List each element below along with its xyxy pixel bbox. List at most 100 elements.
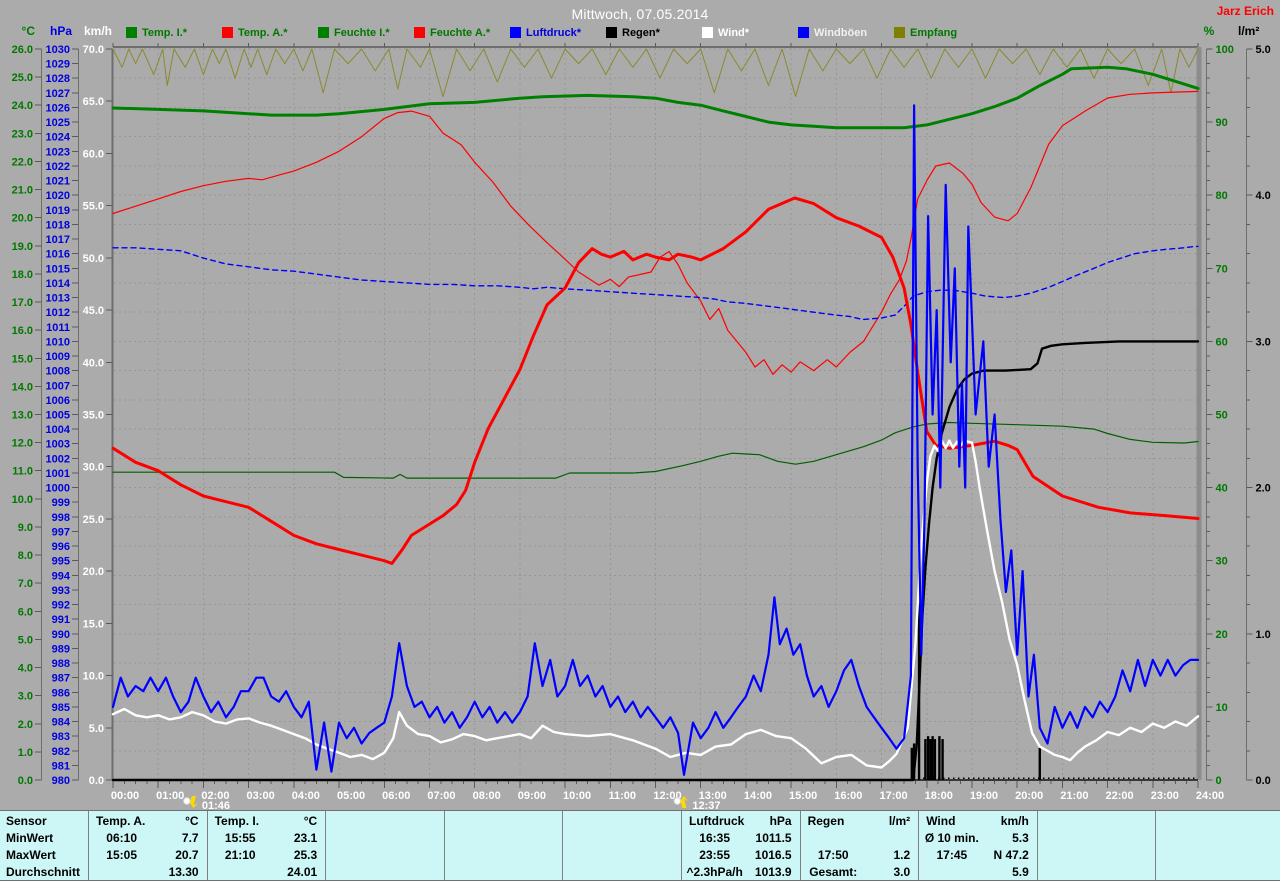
table-divider <box>1155 811 1156 880</box>
table-cell-value: N 47.2 <box>993 848 1029 862</box>
axis-label-rain: 3.0 <box>1256 336 1271 348</box>
axis-label-pressure: 1011 <box>46 322 70 334</box>
axis-label-pressure: 983 <box>52 731 70 743</box>
axis-label-wind: 35.0 <box>83 410 104 422</box>
table-row-label: Durchschnitt <box>6 865 81 879</box>
table-divider <box>88 811 89 880</box>
x-axis-label: 11:00 <box>609 790 637 802</box>
axis-label-pressure: 980 <box>52 775 70 787</box>
x-axis-label: 03:00 <box>247 790 275 802</box>
axis-label-humidity: 40 <box>1216 483 1228 495</box>
axis-label-pressure: 1005 <box>46 410 70 422</box>
table-divider <box>800 811 801 880</box>
table-cell-time: 06:10 <box>106 831 137 845</box>
axis-label-humidity: 10 <box>1216 702 1228 714</box>
axis-label-temp: 13.0 <box>12 410 33 422</box>
x-axis-label: 09:00 <box>518 790 546 802</box>
axis-label-temp: 4.0 <box>18 663 33 675</box>
axis-label-pressure: 1023 <box>46 146 70 158</box>
rain-intensity-bar <box>924 739 927 780</box>
table-cell-time: 16:35 <box>699 831 730 845</box>
axis-label-pressure: 981 <box>52 760 70 772</box>
axis-label-pressure: 995 <box>52 556 70 568</box>
table-row-label: MaxWert <box>6 848 56 862</box>
axis-label-pressure: 1019 <box>46 205 70 217</box>
x-axis-label: 04:00 <box>292 790 320 802</box>
axis-label-wind: 15.0 <box>83 618 104 630</box>
axis-label-pressure: 988 <box>52 658 70 670</box>
x-axis-label: 17:00 <box>879 790 907 802</box>
axis-label-temp: 17.0 <box>12 297 33 309</box>
table-divider <box>681 811 682 880</box>
axis-label-temp: 16.0 <box>12 325 33 337</box>
x-axis-label: 08:00 <box>473 790 501 802</box>
axis-label-temp: 8.0 <box>18 550 33 562</box>
axis-label-pressure: 1008 <box>46 366 70 378</box>
table-cell-time: ^2.3hPa/h <box>686 865 743 879</box>
x-axis-label: 19:00 <box>970 790 998 802</box>
axis-label-wind: 10.0 <box>83 671 104 683</box>
axis-label-pressure: 1016 <box>46 249 70 261</box>
axis-label-pressure: 1009 <box>46 351 70 363</box>
axis-label-temp: 9.0 <box>18 522 33 534</box>
axis-label-humidity: 70 <box>1216 263 1228 275</box>
axis-label-wind: 65.0 <box>83 96 104 108</box>
table-cell-value: 25.3 <box>293 848 318 862</box>
axis-label-pressure: 992 <box>52 600 70 612</box>
axis-label-wind: 40.0 <box>83 357 104 369</box>
axis-label-temp: 1.0 <box>18 747 33 759</box>
axis-label-pressure: 1015 <box>46 263 70 275</box>
x-axis-label: 01:00 <box>156 790 184 802</box>
x-axis-label: 22:00 <box>1106 790 1134 802</box>
table-row-label: Sensor <box>6 814 47 828</box>
axis-label-pressure: 997 <box>52 526 70 538</box>
axis-label-wind: 70.0 <box>83 44 104 56</box>
table-col-unit: hPa <box>769 814 792 828</box>
table-cell-time: Ø 10 min. <box>924 831 979 845</box>
axis-label-temp: 15.0 <box>12 353 33 365</box>
table-cell-value: 24.01 <box>287 865 318 879</box>
x-axis-label: 07:00 <box>427 790 455 802</box>
axis-label-pressure: 998 <box>52 512 70 524</box>
table-cell-time: 17:45 <box>936 848 968 862</box>
axis-label-rain: 0.0 <box>1256 775 1271 787</box>
axis-label-wind: 55.0 <box>83 201 104 213</box>
axis-label-temp: 26.0 <box>12 44 33 56</box>
table-divider <box>562 811 563 880</box>
axis-label-humidity: 20 <box>1216 629 1228 641</box>
axis-label-pressure: 986 <box>52 687 70 699</box>
axis-label-wind: 20.0 <box>83 566 104 578</box>
axis-label-wind: 50.0 <box>83 253 104 265</box>
axis-label-pressure: 1000 <box>46 483 70 495</box>
axis-label-rain: 2.0 <box>1256 483 1271 495</box>
table-col-unit: km/h <box>1000 814 1029 828</box>
axis-label-temp: 22.0 <box>12 156 33 168</box>
rain-intensity-bar <box>926 736 930 780</box>
table-cell-time: Gesamt: <box>809 865 858 879</box>
axis-label-wind: 30.0 <box>83 462 104 474</box>
sun-marker-arrow-icon <box>680 796 689 808</box>
axis-label-humidity: 60 <box>1216 336 1228 348</box>
axis-label-wind: 45.0 <box>83 305 104 317</box>
axis-label-pressure: 1027 <box>46 88 70 100</box>
table-cell-value: 7.7 <box>181 831 199 845</box>
rain-intensity-bar <box>941 739 944 780</box>
rain-intensity-bar <box>1038 747 1041 780</box>
axis-label-humidity: 80 <box>1216 190 1228 202</box>
axis-label-pressure: 1013 <box>46 293 70 305</box>
axis-label-pressure: 1001 <box>46 468 70 480</box>
table-cell-value: 1016.5 <box>754 848 792 862</box>
axis-label-pressure: 987 <box>52 673 70 685</box>
rain-intensity-bar <box>931 736 934 780</box>
axis-label-pressure: 1014 <box>46 278 71 290</box>
table-row-label: MinWert <box>6 831 54 845</box>
x-axis-label: 14:00 <box>744 790 772 802</box>
rain-intensity-bar <box>938 736 941 780</box>
table-cell-time: 15:55 <box>224 831 256 845</box>
x-axis-label: 10:00 <box>563 790 591 802</box>
table-cell-value: 13.30 <box>168 865 199 879</box>
axis-label-pressure: 989 <box>52 643 70 655</box>
axis-label-pressure: 1004 <box>46 424 71 436</box>
axis-label-pressure: 1012 <box>46 307 70 319</box>
axis-label-temp: 25.0 <box>12 72 33 84</box>
